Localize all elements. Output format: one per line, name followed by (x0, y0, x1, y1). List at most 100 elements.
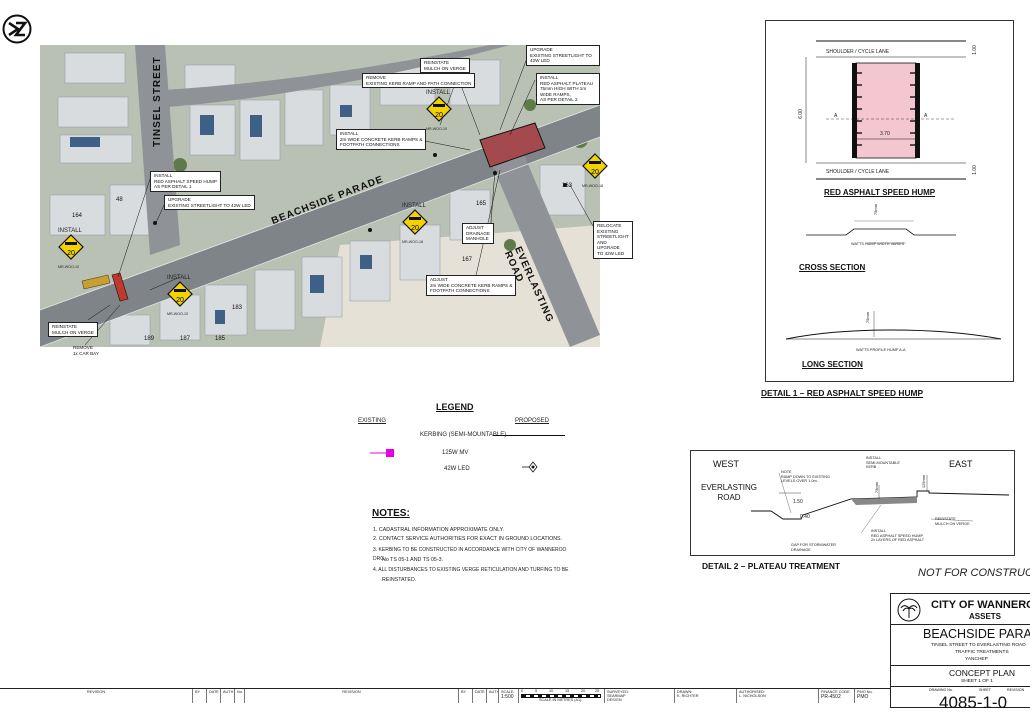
legend-item: 125W MV (442, 450, 469, 456)
proposed-light-icon (522, 461, 538, 473)
detail-2-caption: DETAIL 2 – PLATEAU TREATMENT (702, 561, 841, 571)
cross-section-title: CROSS SECTION (799, 263, 866, 272)
dimension-150: 1.50 (793, 499, 803, 505)
plot-number: 185 (215, 336, 226, 342)
no-column: No. (234, 689, 244, 703)
tinsel-street-label: TINSEL STREET (152, 56, 163, 147)
legend-item: 42W LED (444, 466, 470, 472)
svg-text:20: 20 (435, 112, 443, 119)
reinstate-note: REINSTATE MULCH ON VERGE (935, 517, 970, 526)
legend-proposed-header: PROPOSED (515, 418, 550, 424)
callout-reinstate-bottom: REINSTATE MULCH ON VERGE (48, 322, 98, 338)
kerbing-line-symbol (493, 435, 565, 436)
drawing-no-label: DRAWING No. (929, 688, 953, 692)
dimension-125: 125mm (921, 474, 927, 489)
callout-upgrade-left: UPGRADE EXISTING STREETLIGHT TO 42W LED (164, 195, 255, 211)
speed-sign: INSTALL 20 MR-WOO-18 (402, 203, 432, 244)
revision-column: REVISION (244, 689, 458, 703)
scale-bar: 0 5 10 15 20 25 SCALE IN METRES (A1) (518, 689, 604, 703)
install-kerb-note: INSTALL SEMI-MOUNTABLE KERB (866, 456, 900, 469)
pmo-cell: PMO No. PMO (854, 689, 890, 703)
everlasting-road-label: EVERLASTING ROAD (701, 483, 758, 502)
section-a-marker: A (834, 113, 838, 119)
hump-height-label: 75mm (873, 203, 879, 216)
speed-warning-icon: 20 (58, 234, 84, 260)
svg-text:20: 20 (176, 297, 184, 304)
plan-type: CONCEPT PLAN (949, 668, 1015, 678)
svg-text:20: 20 (591, 169, 599, 176)
title-block: CITY OF WANNEROO ASSETS BEACHSIDE PARADE… (890, 593, 1030, 712)
note-item: 4. ALL DISTURBANCES TO EXISTING VERGE RE… (373, 567, 569, 573)
drawn-cell: DRAWN: K. RICHTER (674, 689, 736, 703)
legend-title: LEGEND (436, 402, 474, 412)
callout-adjust-ramps: ADJUST 2m WIDE CONCRETE KERB RAMPS & FOO… (426, 275, 517, 296)
revision-strip: REVISION BY DATE AUTH No. REVISION BY DA… (0, 688, 890, 703)
legend-existing-header: EXISTING (358, 418, 387, 424)
speed-warning-icon: 20 (582, 153, 608, 179)
edge-dimension: 1.00 (971, 45, 978, 55)
sheet-count: SHEET 1 OF 1 (961, 679, 993, 684)
notes-title: NOTES: (372, 508, 410, 519)
detail-2-panel: WEST EAST EVERLASTING ROAD NOTE RAMP DOW… (690, 450, 1015, 556)
org-name: CITY OF WANNEROO (931, 599, 1030, 611)
revision-label: REVISION (1007, 688, 1025, 692)
edge-dimension: 1.00 (971, 165, 978, 175)
speed-warning-icon: 20 (167, 281, 193, 307)
plot-number: 48 (116, 197, 123, 203)
dept-name: ASSETS (969, 612, 1002, 621)
plot-number: 189 (144, 336, 155, 342)
finance-cell: FINANCE CODE PR-4502 (818, 689, 854, 703)
detail-1-panel: SHOULDER / CYCLE LANE SHOULDER / CYCLE L… (765, 20, 1014, 382)
profile-height-label: 75mm (865, 311, 871, 324)
plot-number: 164 (72, 213, 83, 219)
inner-dimension: 3.70 (880, 131, 890, 137)
project-sub2: TRAFFIC TREATMENTS (955, 650, 1009, 655)
project-sub1: TINSEL STREET TO EVERLASTING ROAD (931, 643, 1026, 648)
surveyed-cell: SURVEYED: SEARMAP DESIGN (604, 689, 674, 703)
ramp-note: NOTE RAMP DOWN TO EXISTING LEVELS OVER 1… (781, 470, 830, 483)
date-column: DATE (206, 689, 220, 703)
callout-reinstate-top: REINSTATE MULCH ON VERGE (420, 58, 470, 74)
city-crest-icon (897, 598, 921, 622)
width-dimension: 6.00 (797, 109, 804, 119)
callout-relocate: RELOCATE EXISTING STREETLIGHT AND UPGRAD… (593, 221, 633, 259)
plot-number: 167 (462, 257, 473, 263)
dimension-040: 0.40 (800, 514, 810, 520)
sheet-label: SHEET (979, 688, 991, 692)
by-column: BY (458, 689, 472, 703)
callout-remove-bay: REMOVE 1x CAR BAY (73, 345, 99, 356)
long-section-title: LONG SECTION (802, 360, 863, 369)
plot-number: 183 (232, 305, 243, 311)
watts-profile-label: WATTS PROFILE HUMP A-A (856, 348, 906, 352)
aerial-plan: TINSEL STREET BEACHSIDE PARADE EVERLASTI… (40, 45, 633, 356)
speed-warning-icon: 20 (402, 209, 428, 235)
callout-install-plateau: INSTALL RED ASPHALT PLATEAU 75mm HIGH WI… (536, 73, 600, 105)
callout-upgrade-top: UPGRADE EXISTING STREETLIGHT TO 42W LED (526, 45, 600, 66)
date-column: DATE (472, 689, 486, 703)
west-label: WEST (713, 459, 739, 469)
by-column: BY (192, 689, 206, 703)
speed-sign: INSTALL 20 MR-WOO-10 (58, 228, 88, 269)
authorised-cell: AUTHORISED: L. NICHOLSON (736, 689, 818, 703)
detail-1-caption: DETAIL 1 – RED ASPHALT SPEED HUMP (761, 388, 924, 398)
gap-note: GAP FOR STORMWATER DRAINAGE (791, 543, 837, 552)
auth-column: AUTH (220, 689, 234, 703)
svg-text:20: 20 (411, 225, 419, 232)
speed-sign: INSTALL 20 MR-WOO-10 (426, 90, 456, 131)
watts-hump-label: WATTS HUMP WIDTH VARIES (851, 242, 905, 246)
east-label: EAST (949, 459, 973, 469)
svg-text:20: 20 (67, 250, 75, 257)
scale-cell: SCALE: 1:500 (498, 689, 518, 703)
callout-adjust-manhole: ADJUST DRAINAGE MANHOLE (462, 223, 494, 244)
callout-install-ramps: INSTALL 2m WIDE CONCRETE KERB RAMPS & FO… (336, 129, 427, 150)
kz-logo-icon (2, 14, 32, 44)
drawing-number: 4085-1-0 (939, 693, 1008, 712)
project-title: BEACHSIDE PARADE (923, 627, 1030, 641)
revision-column: REVISION (86, 690, 106, 694)
not-for-construction-stamp: NOT FOR CONSTRUCTION (918, 567, 1030, 579)
speed-sign: 20 MR-WOO-18 (582, 153, 612, 188)
speed-warning-icon: 20 (426, 96, 452, 122)
plot-number: 165 (476, 201, 487, 207)
callout-remove-kerb: REMOVE EXISTING KERB RAMP AND PATH CONNE… (362, 73, 476, 89)
plot-number: 163 (562, 183, 573, 189)
